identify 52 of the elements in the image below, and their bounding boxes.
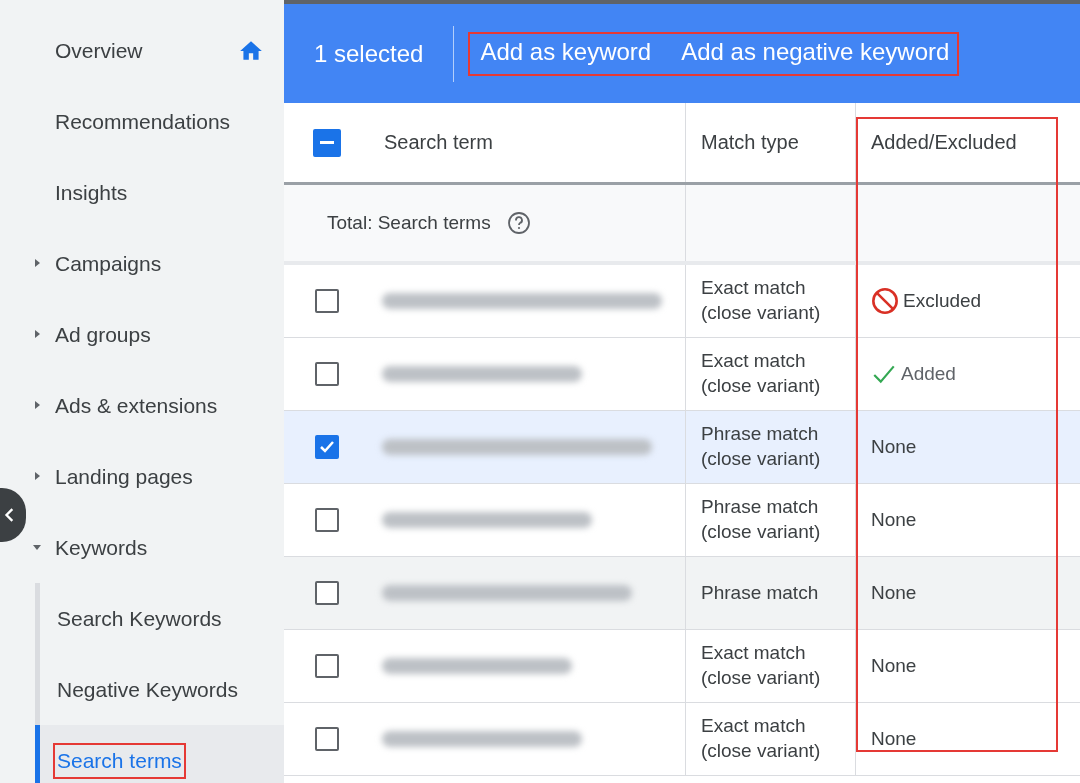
selection-count: 1 selected [313, 39, 425, 68]
caret-icon [32, 471, 42, 481]
status-label: None [871, 580, 917, 605]
table-row[interactable]: Phrase match None [284, 557, 1080, 630]
caret-icon [32, 400, 42, 410]
sidebar-item[interactable]: Overview [28, 15, 284, 86]
select-all-checkbox[interactable] [313, 128, 341, 157]
match-type: Exact match (close variant) [701, 714, 821, 763]
sidebar-item[interactable]: Recommendations [28, 86, 284, 157]
sidebar-item[interactable]: Ads & extensions [28, 370, 284, 441]
table-row[interactable]: Phrase match (close variant) None [284, 411, 1080, 484]
sidebar-item[interactable]: Search terms [35, 725, 284, 783]
help-icon[interactable] [506, 211, 531, 235]
row-checkbox[interactable] [315, 508, 339, 532]
action-button[interactable]: Add as negative keyword [681, 37, 950, 66]
sidebar-item[interactable]: Landing pages [28, 441, 284, 512]
table-row[interactable]: Exact match (close variant) None [284, 630, 1080, 703]
sidebar-item[interactable]: Insights [28, 157, 284, 228]
match-type: Phrase match (close variant) [701, 495, 821, 544]
status-label: None [871, 726, 917, 751]
status-label: Excluded [903, 288, 982, 313]
status-label: Added [901, 361, 956, 386]
row-checkbox[interactable] [315, 654, 339, 678]
match-type: Exact match (close variant) [701, 276, 821, 325]
sidebar-item[interactable]: Campaigns [28, 228, 284, 299]
caret-icon [32, 542, 42, 552]
blocked-icon [871, 287, 899, 315]
action-button[interactable]: Add as keyword [480, 37, 652, 66]
status-label: None [871, 653, 917, 678]
row-checkbox[interactable] [315, 727, 339, 751]
total-label: Total: Search terms [327, 212, 491, 234]
caret-icon [32, 258, 42, 268]
column-header[interactable]: Search term [370, 103, 685, 182]
table-row[interactable]: Exact match (close variant) Excluded [284, 265, 1080, 338]
row-checkbox[interactable] [315, 362, 339, 386]
row-checkbox[interactable] [315, 289, 339, 313]
status-label: None [871, 434, 917, 459]
sidebar-item[interactable]: Keywords [28, 512, 284, 583]
match-type: Phrase match (close variant) [701, 422, 821, 471]
match-type: Exact match (close variant) [701, 349, 821, 398]
sidebar-item[interactable]: Ad groups [28, 299, 284, 370]
column-header[interactable]: Match type [685, 103, 855, 182]
column-header[interactable]: Added/Excluded [855, 103, 1080, 182]
caret-icon [32, 329, 42, 339]
match-type: Phrase match [701, 580, 819, 605]
sidebar-item[interactable]: Negative Keywords [40, 654, 284, 725]
table-row[interactable]: Exact match (close variant) None [284, 703, 1080, 776]
row-checkbox[interactable] [315, 581, 339, 605]
match-type: Exact match (close variant) [701, 641, 821, 690]
status-label: None [871, 507, 917, 532]
row-checkbox[interactable] [315, 435, 339, 459]
sidebar-item[interactable]: Search Keywords [40, 583, 284, 654]
